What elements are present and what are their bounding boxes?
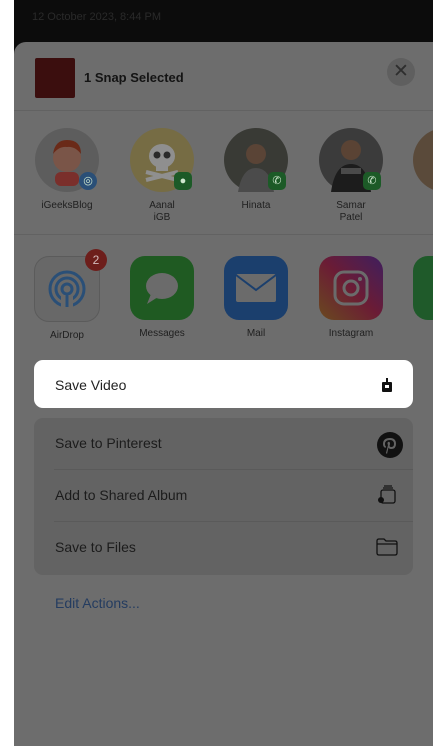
app-label: Mail	[246, 328, 266, 339]
messages-icon	[130, 256, 194, 320]
app-instagram[interactable]: Instagram	[311, 256, 391, 339]
status-bar-text: 12 October 2023, 8:44 PM	[32, 11, 162, 23]
mail-icon	[224, 256, 288, 320]
add-to-shared-album-button[interactable]: Add to Shared Album	[34, 470, 413, 522]
shared-album-icon	[376, 484, 398, 506]
save-to-pinterest-button[interactable]: Save to Pinterest	[34, 418, 413, 470]
whatsapp-icon: ✆	[268, 172, 286, 190]
messages-icon: ●	[174, 172, 192, 190]
whatsapp-icon	[413, 256, 433, 320]
contact-name: Samar Patel	[336, 200, 366, 223]
apps-row: 2 AirDrop Messages Mail Instagram	[14, 244, 433, 354]
close-button[interactable]: ✕	[387, 58, 415, 86]
instagram-icon	[319, 256, 383, 320]
skull-avatar: ●	[130, 128, 194, 192]
contact-name: iGeeksBlog	[41, 200, 93, 211]
contact-samar-patel[interactable]: ✆ Samar Patel	[311, 128, 391, 224]
contact-igeeksblog[interactable]: ◎ iGeeksBlog	[27, 128, 107, 212]
phone-screen: 12 October 2023, 8:44 PM 1 Snap Selected…	[14, 0, 433, 746]
share-sheet-header: 1 Snap Selected ✕	[14, 42, 433, 111]
app-label: Wh	[405, 328, 433, 339]
photo-avatar: ✆	[224, 128, 288, 192]
folder-icon	[376, 536, 398, 558]
edit-actions-link[interactable]: Edit Actions...	[55, 595, 140, 611]
actions-group: Save to Pinterest Add to Shared Album Sa…	[34, 418, 413, 575]
app-messages[interactable]: Messages	[122, 256, 202, 339]
contact-name: Aanal iGB	[149, 200, 175, 223]
save-video-label: Save Video	[55, 377, 127, 393]
contact-aanal-igb[interactable]: ● Aanal iGB	[122, 128, 202, 224]
contact-name: Hinata	[241, 200, 271, 211]
action-label: Add to Shared Album	[55, 487, 188, 503]
app-label: Instagram	[328, 328, 374, 339]
app-label: AirDrop	[50, 330, 84, 341]
pinterest-icon	[377, 432, 403, 458]
action-label: Save to Pinterest	[55, 435, 162, 451]
close-icon: ✕	[393, 61, 409, 82]
snap-thumbnail	[35, 58, 75, 98]
save-video-button[interactable]: Save Video	[34, 360, 413, 408]
airdrop-icon: 2	[34, 249, 107, 322]
whatsapp-icon: ✆	[363, 172, 381, 190]
contact-name: K V	[405, 200, 433, 224]
app-whatsapp[interactable]: Wh	[405, 256, 433, 339]
action-label: Save to Files	[55, 539, 136, 555]
save-to-files-button[interactable]: Save to Files	[34, 522, 413, 574]
airdrop-icon: ◎	[79, 172, 97, 190]
notification-badge: 2	[85, 249, 107, 271]
app-mail[interactable]: Mail	[216, 256, 296, 339]
app-label: Messages	[139, 328, 185, 339]
contact-hinata[interactable]: ✆ Hinata	[216, 128, 296, 212]
photo-avatar: ✆	[319, 128, 383, 192]
contact-partial[interactable]: K V	[405, 128, 433, 224]
photo-avatar	[413, 128, 433, 192]
app-airdrop[interactable]: 2 AirDrop	[27, 249, 107, 341]
share-download-icon	[376, 374, 398, 396]
memoji-avatar: ◎	[35, 128, 99, 192]
header-title: 1 Snap Selected	[84, 70, 184, 85]
contacts-row: ◎ iGeeksBlog ● Aanal iGB ✆ Hinata ✆ Sama…	[14, 120, 433, 235]
